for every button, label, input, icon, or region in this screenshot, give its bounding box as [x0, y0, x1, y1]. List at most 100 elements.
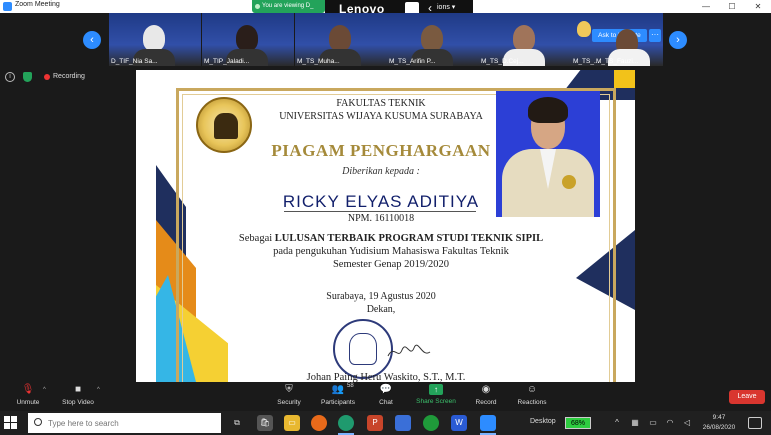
- zoom-app-icon: [3, 2, 12, 11]
- stop-video-label: Stop Video: [62, 399, 94, 406]
- battery-tray-icon[interactable]: ▭: [648, 418, 658, 428]
- participant-tile[interactable]: M_TS_Muha...: [295, 13, 387, 66]
- participant-name: M_TIP_Jaladi...: [204, 58, 250, 65]
- university-seal: [333, 319, 393, 379]
- award-statement: Sebagai LULUSAN TERBAIK PROGRAM STUDI TE…: [206, 232, 576, 271]
- chat-bubble-icon: 💬: [379, 384, 393, 395]
- clock-date: 26/08/2020: [702, 424, 736, 431]
- screen: Zoom Meeting — ☐ ✕ You are viewing D_ Le…: [0, 0, 771, 435]
- recording-dot-icon: [44, 74, 50, 80]
- chat-label: Chat: [379, 399, 393, 406]
- given-to-label: Diberikan kepada :: [342, 166, 420, 177]
- security-button[interactable]: ⛨ Security: [261, 384, 317, 406]
- close-button[interactable]: ✕: [745, 0, 771, 13]
- recipient-name: RICKY ELYAS ADITIYA: [282, 192, 480, 211]
- dean-signature: [387, 344, 431, 357]
- unmute-button[interactable]: 🎙 Unmute: [0, 384, 56, 406]
- participant-tile[interactable]: M_TS_D.Cej...: [479, 13, 571, 66]
- recipient-photo: [496, 91, 600, 217]
- participant-name: D_TIF_Nia Sa...: [111, 58, 158, 65]
- battery-indicator[interactable]: 68%: [565, 417, 591, 429]
- desktop-toolbar-label[interactable]: Desktop: [530, 418, 556, 425]
- share-screen-button[interactable]: ↑ Share Screen: [408, 384, 464, 405]
- viewing-share-text: You are viewing D_: [262, 3, 314, 9]
- jacket-badge-icon: [562, 175, 576, 189]
- edge-icon[interactable]: [338, 415, 354, 431]
- meeting-controls-toolbar: 🎙 Unmute ^ ■ Stop Video ^ ⛨ Security 👥 5…: [0, 382, 771, 411]
- participant-tile[interactable]: M_TIP_Jaladi...: [202, 13, 294, 66]
- logo-emblem-icon: [214, 113, 238, 139]
- participant-tile[interactable]: D_TIF_Nia Sa...: [109, 13, 201, 66]
- volume-icon[interactable]: ◁: [682, 418, 692, 428]
- windows-start-icon[interactable]: [4, 416, 18, 430]
- task-view-icon[interactable]: ⧉: [229, 415, 245, 431]
- certificate-heading: PIAGAM PENGHARGAAN: [271, 141, 491, 160]
- search-icon: [34, 418, 42, 426]
- minimize-button[interactable]: —: [693, 0, 719, 13]
- chat-button[interactable]: 💬 Chat: [358, 384, 414, 406]
- whatsapp-icon[interactable]: [423, 415, 439, 431]
- audio-options-caret-icon[interactable]: ^: [43, 387, 46, 393]
- window-title: Zoom Meeting: [15, 1, 60, 8]
- faculty-header: FAKULTAS TEKNIK UNIVERSITAS WIJAYA KUSUM…: [266, 97, 496, 123]
- participants-count: 58: [347, 383, 354, 389]
- viewing-share-banner[interactable]: You are viewing D_: [252, 0, 325, 13]
- view-options-button[interactable]: ions ▾: [437, 3, 455, 11]
- notifications-icon[interactable]: [748, 417, 762, 429]
- wifi-icon[interactable]: ◠: [665, 418, 675, 428]
- word-icon[interactable]: W: [451, 415, 467, 431]
- taskbar-clock[interactable]: 9:47 26/08/2020: [700, 413, 738, 433]
- network-icon[interactable]: ▦: [630, 418, 640, 428]
- security-label: Security: [277, 399, 301, 406]
- statement-line-2: pada pengukuhan Yudisium Mahasiswa Fakul…: [273, 246, 509, 257]
- participant-avatar: [236, 25, 258, 51]
- reactions-button[interactable]: ☺ Reactions: [504, 384, 560, 406]
- leave-meeting-button[interactable]: Leave: [729, 390, 765, 404]
- share-status-icon: [255, 4, 260, 9]
- taskbar-search[interactable]: [28, 413, 221, 433]
- firefox-icon[interactable]: [311, 415, 327, 431]
- record-icon: ◉: [481, 384, 491, 395]
- participant-avatar: [143, 25, 165, 51]
- place-date: Surabaya, 19 Agustus 2020: [326, 291, 436, 302]
- university-logo: [196, 97, 252, 153]
- maximize-button[interactable]: ☐: [719, 0, 745, 13]
- store-app-icon[interactable]: 🛍: [257, 415, 273, 431]
- taskbar-search-input[interactable]: [48, 416, 216, 430]
- gallery-prev-button[interactable]: ‹: [83, 31, 101, 49]
- encryption-shield-icon[interactable]: [23, 72, 32, 82]
- recipient-npm: NPM. 16110018: [347, 213, 415, 224]
- participant-name: M_TS_Fauzi...: [596, 58, 639, 65]
- name-underline: [284, 211, 476, 212]
- participant-avatar: [513, 25, 535, 51]
- recording-label[interactable]: Recording: [53, 73, 85, 80]
- participant-gallery-strip: ‹ D_TIF_Nia Sa... M_TIP_Jaladi... M_TS_M…: [0, 13, 771, 68]
- muted-mic-icon: 🎙: [21, 384, 35, 395]
- shared-screen-certificate: FAKULTAS TEKNIK UNIVERSITAS WIJAYA KUSUM…: [136, 70, 635, 382]
- meeting-info-icon[interactable]: i: [5, 72, 15, 82]
- university-name: UNIVERSITAS WIJAYA KUSUMA SURABAYA: [279, 111, 483, 122]
- gallery-next-button[interactable]: ›: [669, 31, 687, 49]
- tray-chevron-up-icon[interactable]: ^: [612, 418, 622, 428]
- photos-app-icon[interactable]: [395, 415, 411, 431]
- share-screen-label: Share Screen: [416, 398, 456, 405]
- dean-name: Johan Paing Heru Waskito, S.T., M.T.: [306, 372, 466, 382]
- reactions-label: Reactions: [517, 399, 547, 406]
- powerpoint-icon[interactable]: P: [367, 415, 383, 431]
- decor-gold-top-right: [614, 70, 635, 88]
- clock-time: 9:47: [712, 414, 726, 421]
- unmute-label: Unmute: [16, 399, 40, 406]
- statement-prefix: Sebagai: [238, 233, 275, 244]
- file-explorer-icon[interactable]: ▭: [284, 415, 300, 431]
- dean-title: Dekan,: [366, 304, 396, 315]
- video-options-caret-icon[interactable]: ^: [97, 387, 100, 393]
- signing-block: Surabaya, 19 Agustus 2020 Dekan,: [266, 290, 496, 316]
- reaction-smiley-icon: ☺: [526, 384, 538, 395]
- zoom-taskbar-icon[interactable]: [480, 415, 496, 431]
- faculty-name: FAKULTAS TEKNIK: [336, 98, 426, 109]
- participant-tile[interactable]: M_TS_Arifin P...: [387, 13, 479, 66]
- participants-icon: 👥: [331, 384, 345, 395]
- photo-hair: [528, 97, 568, 123]
- security-shield-icon: ⛨: [285, 384, 293, 395]
- participant-tile-overlay: M_TS_Fauzi...: [572, 13, 662, 66]
